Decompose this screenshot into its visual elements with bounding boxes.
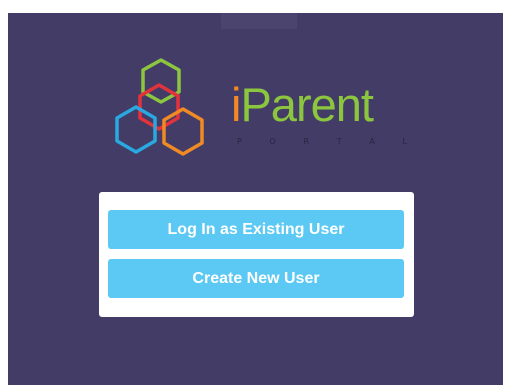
create-new-user-button[interactable]: Create New User: [108, 259, 404, 298]
subtitle-letter: R: [303, 137, 310, 146]
brand-name: Parent: [240, 78, 373, 131]
subtitle-letter: P: [237, 137, 242, 146]
login-panel: Log In as Existing User Create New User: [99, 192, 414, 317]
top-status-bar: [221, 13, 297, 29]
subtitle-letter: A: [369, 137, 375, 146]
app-screen: iParent P O R T A L Log In as Existing U…: [8, 13, 503, 385]
app-logo: iParent P O R T A L: [104, 57, 414, 167]
brand-title: iParent: [231, 78, 374, 131]
subtitle-letter: L: [402, 137, 407, 146]
subtitle-letter: O: [269, 137, 276, 146]
hexagon-cluster-logo-icon: [115, 58, 204, 156]
login-existing-user-button[interactable]: Log In as Existing User: [108, 210, 404, 249]
brand-subtitle: P O R T A L: [237, 137, 407, 146]
subtitle-letter: T: [336, 137, 342, 146]
